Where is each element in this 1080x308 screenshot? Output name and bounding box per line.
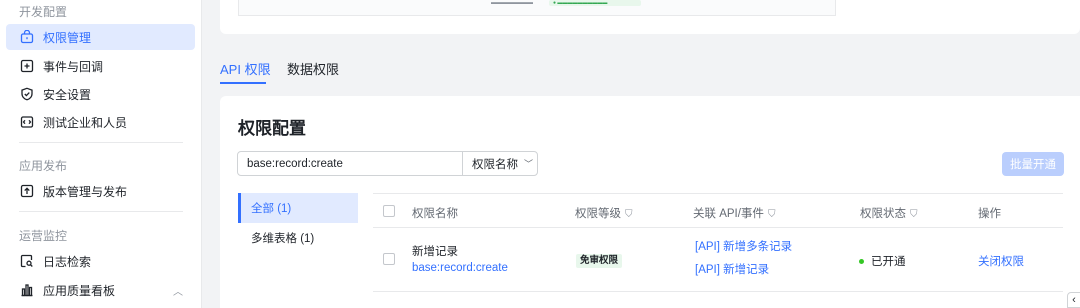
api-link[interactable]: [API] 新增记录 bbox=[695, 261, 769, 277]
plus-box-icon bbox=[19, 58, 35, 74]
header-api: 关联 API/事件 ⛉ bbox=[693, 205, 775, 221]
filter-icon[interactable]: ⛉ bbox=[625, 209, 633, 220]
category-bitable[interactable]: 多维表格 (1) bbox=[238, 223, 358, 253]
upload-box-icon bbox=[19, 183, 35, 199]
batch-enable-button[interactable]: 批量开通 bbox=[1002, 152, 1064, 176]
sidebar: 开发配置 权限管理 事件与回调 安全设置 测试企业和人员 应用发布 版本管理与发… bbox=[0, 0, 202, 308]
sidebar-item-label: 安全设置 bbox=[43, 87, 92, 102]
status-text: 已开通 bbox=[871, 256, 906, 268]
permission-name: 新增记录 bbox=[412, 246, 458, 258]
table-row: 新增记录 base:record:create 免审权限 [API] 新增多条记… bbox=[373, 228, 1063, 292]
sidebar-item-versions[interactable]: 版本管理与发布 bbox=[6, 178, 195, 204]
sidebar-item-test-tenants[interactable]: 测试企业和人员 bbox=[6, 109, 195, 135]
header-api-label: 关联 API/事件 bbox=[693, 208, 764, 220]
sidebar-item-label: 应用质量看板 bbox=[43, 283, 116, 298]
chevron-up-icon: ︿ bbox=[173, 286, 183, 298]
tab-data-permissions[interactable]: 数据权限 bbox=[287, 59, 339, 78]
search-field-select[interactable]: 权限名称 ﹀ bbox=[462, 151, 538, 176]
code-box-icon bbox=[19, 114, 35, 130]
preview-frame: ▬▬▬▬▬▬▬ ● ▬▬▬▬▬▬▬▬▬▬ bbox=[238, 0, 836, 16]
sidebar-item-label: 版本管理与发布 bbox=[43, 184, 128, 199]
permission-config-card: 权限配置 权限名称 ﹀ 批量开通 全部 (1) 多维表格 (1) 权限名称 权限… bbox=[220, 96, 1080, 308]
category-all[interactable]: 全部 (1) bbox=[238, 193, 358, 223]
header-level: 权限等级 ⛉ bbox=[575, 205, 633, 221]
sidebar-item-label: 权限管理 bbox=[43, 30, 92, 45]
top-card: ▬▬▬▬▬▬▬ ● ▬▬▬▬▬▬▬▬▬▬ bbox=[220, 0, 1080, 34]
sidebar-item-quality-dashboard[interactable]: 应用质量看板 ︿ bbox=[6, 277, 195, 303]
preview-badge-fragment: ● ▬▬▬▬▬▬▬▬▬▬ bbox=[549, 0, 641, 6]
status-cell: 已开通 bbox=[859, 253, 906, 269]
search-field-label: 权限名称 bbox=[472, 158, 518, 171]
header-level-label: 权限等级 bbox=[575, 208, 621, 220]
header-name: 权限名称 bbox=[412, 208, 458, 220]
api-link[interactable]: [API] 新增多条记录 bbox=[695, 238, 792, 254]
tab-active-indicator bbox=[220, 82, 266, 84]
collapse-icon[interactable]: ‹ bbox=[1067, 292, 1080, 308]
chevron-down-icon: ﹀ bbox=[524, 159, 534, 169]
sidebar-item-permissions[interactable]: 权限管理 bbox=[6, 24, 195, 50]
section-title-ops: 运营监控 bbox=[19, 229, 68, 243]
page-title: 权限配置 bbox=[238, 119, 306, 138]
shield-check-icon bbox=[19, 86, 35, 102]
sidebar-item-log-search[interactable]: 日志检索 bbox=[6, 248, 195, 274]
level-badge: 免审权限 bbox=[576, 254, 623, 268]
row-checkbox[interactable] bbox=[383, 253, 395, 265]
sidebar-item-label: 日志检索 bbox=[43, 254, 92, 269]
sidebar-item-label: 测试企业和人员 bbox=[43, 115, 128, 130]
sidebar-divider bbox=[19, 211, 183, 212]
header-status: 权限状态 ⛉ bbox=[860, 205, 918, 221]
bar-chart-icon bbox=[19, 282, 35, 298]
sidebar-divider bbox=[19, 142, 183, 143]
tab-api-permissions[interactable]: API 权限 bbox=[220, 59, 271, 78]
section-title-dev: 开发配置 bbox=[19, 5, 68, 19]
header-status-label: 权限状态 bbox=[860, 208, 906, 220]
permission-scope-link[interactable]: base:record:create bbox=[412, 262, 508, 274]
close-permission-link[interactable]: 关闭权限 bbox=[978, 253, 1024, 269]
sidebar-item-security[interactable]: 安全设置 bbox=[6, 81, 195, 107]
sidebar-item-events[interactable]: 事件与回调 bbox=[6, 53, 195, 79]
filter-icon[interactable]: ⛉ bbox=[768, 209, 776, 220]
select-all-checkbox[interactable] bbox=[383, 205, 395, 217]
filter-icon[interactable]: ⛉ bbox=[910, 209, 918, 220]
lock-box-icon bbox=[19, 29, 35, 45]
status-dot bbox=[859, 259, 864, 265]
search-input[interactable] bbox=[237, 151, 463, 176]
table-header: 权限名称 权限等级 ⛉ 关联 API/事件 ⛉ 权限状态 ⛉ 操作 bbox=[373, 193, 1063, 228]
section-title-release: 应用发布 bbox=[19, 159, 68, 173]
header-action: 操作 bbox=[978, 208, 1001, 220]
preview-text-fragment: ▬▬▬▬▬▬▬ bbox=[491, 0, 533, 6]
log-search-icon bbox=[19, 253, 35, 269]
sidebar-item-label: 事件与回调 bbox=[43, 59, 104, 74]
